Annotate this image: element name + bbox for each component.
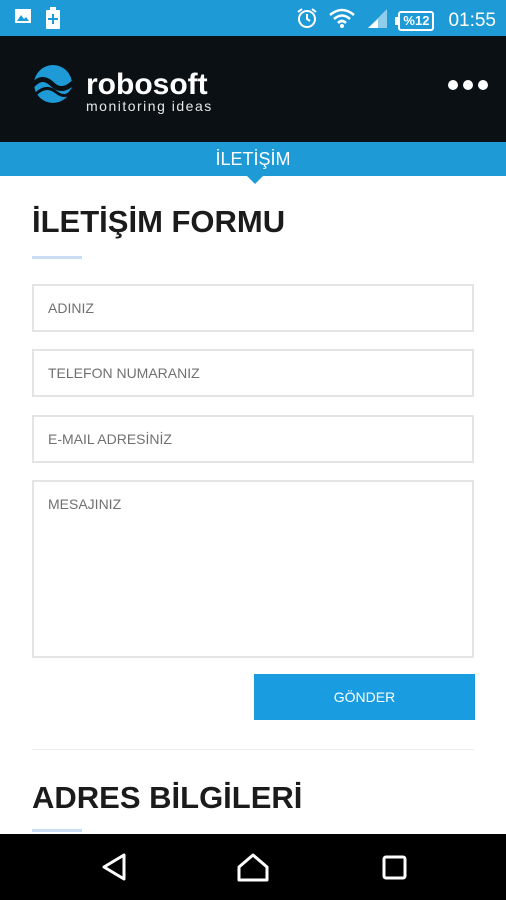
recents-icon[interactable] xyxy=(381,852,409,887)
home-icon[interactable] xyxy=(237,852,269,887)
image-icon xyxy=(14,7,32,34)
app-header: robosoft monitoring ideas xyxy=(0,36,506,142)
system-nav-bar xyxy=(0,834,506,900)
battery-level: %12 xyxy=(395,10,435,31)
address-underline xyxy=(32,829,82,832)
brand-tagline: monitoring ideas xyxy=(86,98,213,114)
signal-icon xyxy=(366,7,388,34)
back-icon[interactable] xyxy=(100,852,128,887)
contact-form-title: İLETİŞİM FORMU xyxy=(32,204,286,239)
section-divider xyxy=(32,749,474,750)
email-input[interactable]: E-MAIL ADRESİNİZ xyxy=(32,415,474,463)
tab-contact[interactable]: İLETİŞİM xyxy=(0,142,506,176)
name-input[interactable]: ADINIZ xyxy=(32,284,474,332)
battery-charging-icon xyxy=(46,7,60,34)
brand: robosoft monitoring ideas xyxy=(86,68,213,115)
clock: 01:55 xyxy=(448,9,496,31)
message-textarea[interactable]: MESAJINIZ xyxy=(32,480,474,658)
status-bar: %12 01:55 xyxy=(0,0,506,36)
alarm-icon xyxy=(296,7,318,34)
wifi-icon xyxy=(328,7,356,34)
tab-indicator xyxy=(247,176,263,184)
address-title: ADRES BİLGİLERİ xyxy=(32,780,303,815)
title-underline xyxy=(32,256,82,259)
phone-input[interactable]: TELEFON NUMARANIZ xyxy=(32,349,474,397)
robosoft-logo-icon[interactable] xyxy=(28,64,78,109)
brand-name: robosoft xyxy=(86,68,208,101)
overflow-menu-icon[interactable] xyxy=(448,80,488,90)
send-button[interactable]: GÖNDER xyxy=(254,674,475,720)
